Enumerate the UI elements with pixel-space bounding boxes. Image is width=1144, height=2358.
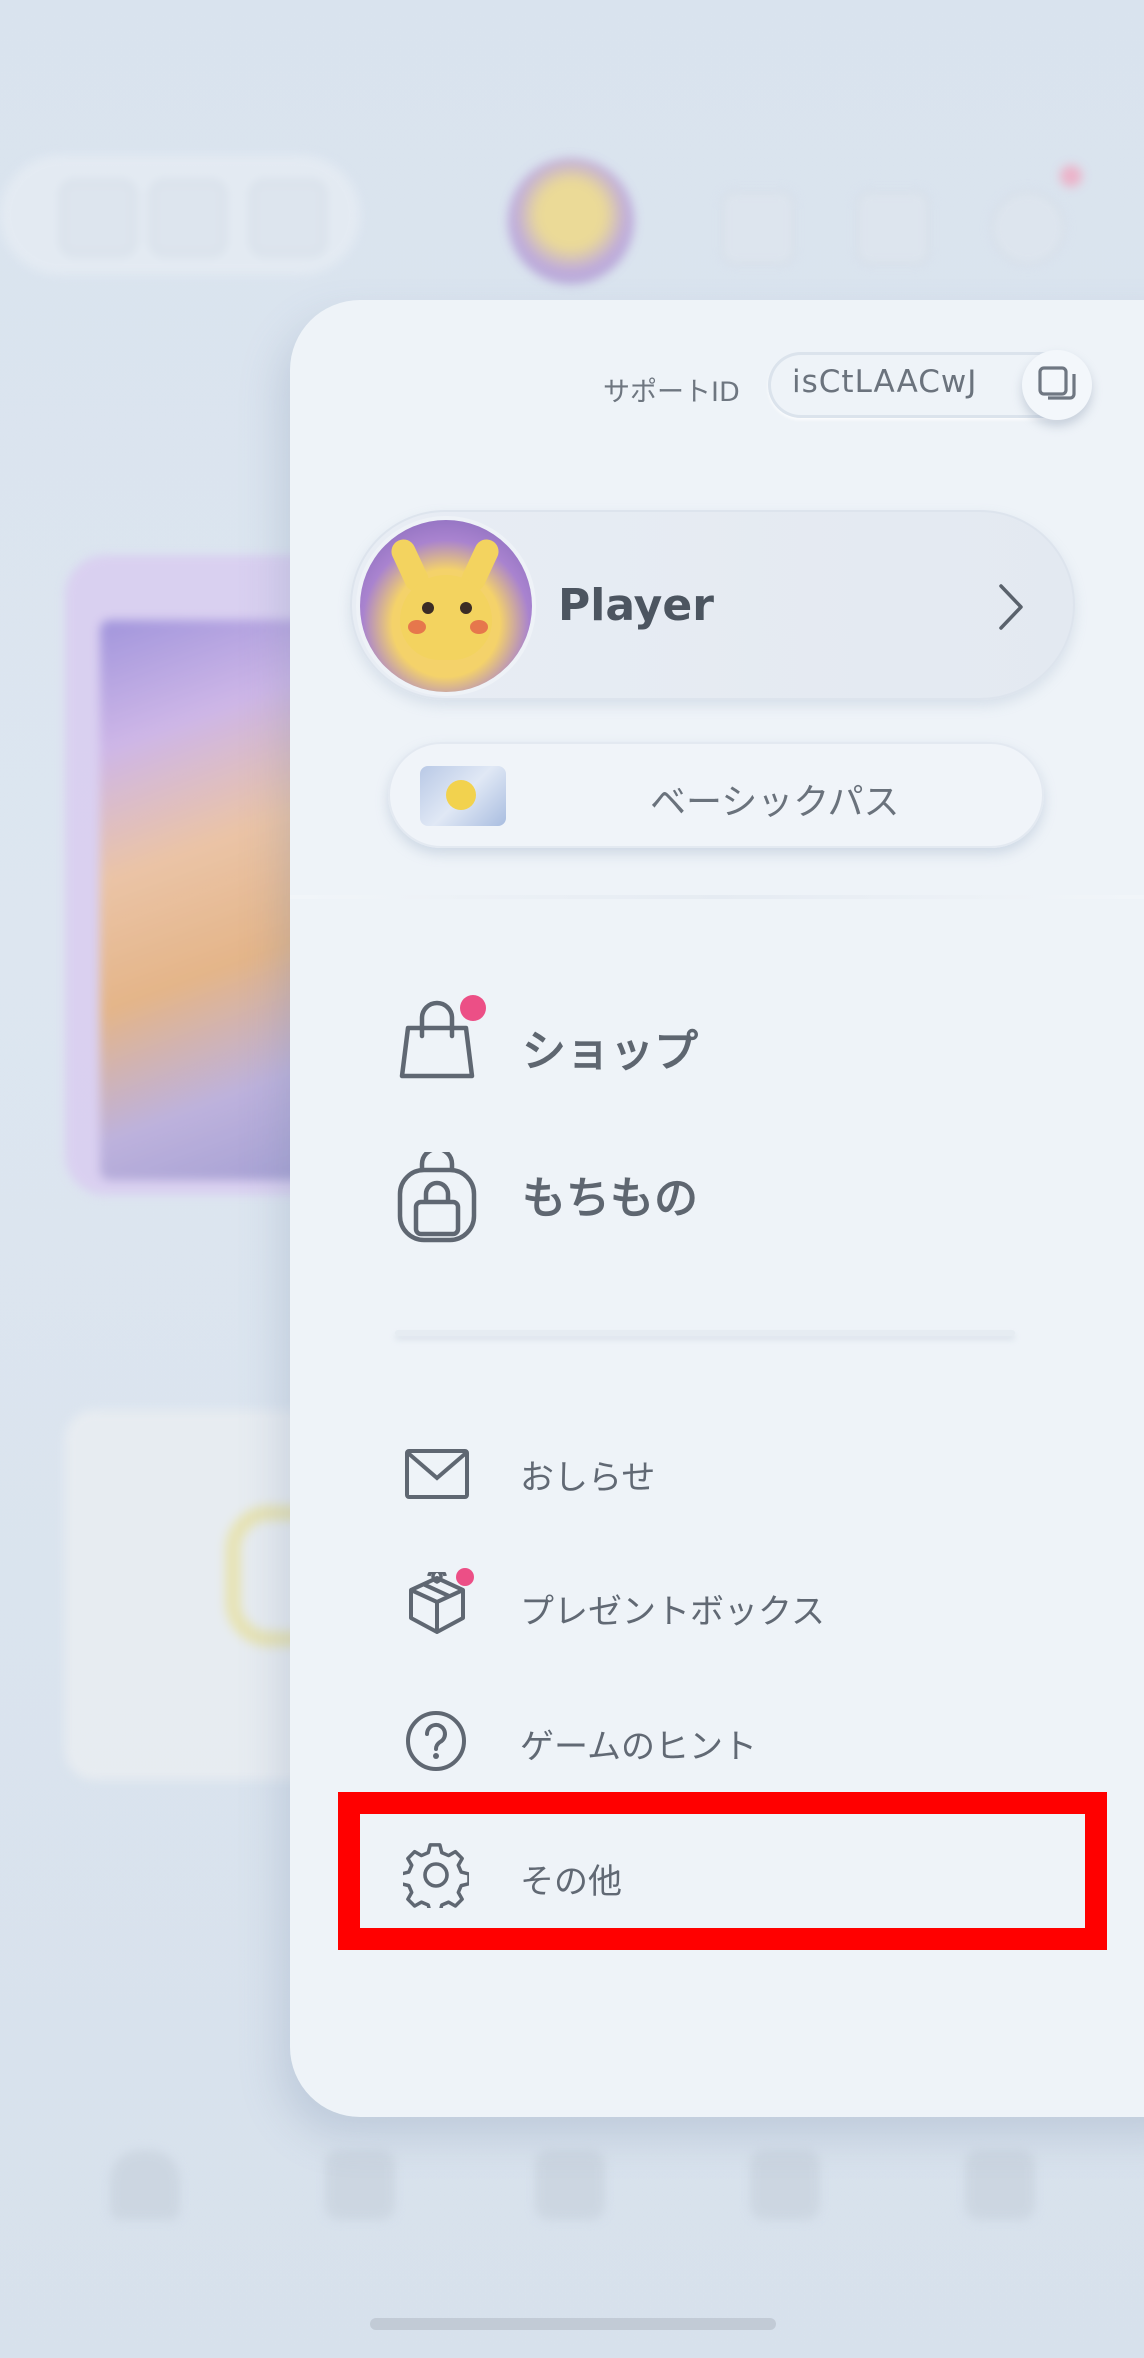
menu-item-label: ゲームのヒント	[520, 1727, 757, 1767]
menu-item-label: もちもの	[522, 1173, 698, 1224]
menu-item-shop[interactable]: ショップ	[380, 985, 1020, 1105]
support-id-value: isCtLAACwJ	[792, 364, 978, 400]
menu-item-bag[interactable]: もちもの	[380, 1130, 1020, 1260]
background-nav-home-icon	[110, 2150, 180, 2220]
mail-icon	[405, 1449, 469, 1499]
background-button	[855, 190, 931, 266]
background-avatar	[508, 158, 634, 284]
menu-item-label: プレゼントボックス	[520, 1592, 825, 1632]
divider	[395, 1330, 1015, 1336]
menu-item-news[interactable]: おしらせ	[380, 1430, 1080, 1520]
notification-dot	[460, 995, 486, 1021]
avatar[interactable]	[360, 520, 532, 692]
copy-icon	[1038, 366, 1076, 400]
basic-pass-label: ベーシックパス	[650, 782, 900, 823]
menu-item-game-hints[interactable]: ゲームのヒント	[380, 1695, 1080, 1785]
background-nav-icon	[535, 2150, 605, 2220]
highlight-box	[338, 1792, 1107, 1950]
background-button	[720, 190, 796, 266]
background-nav-icon	[325, 2150, 395, 2220]
menu-item-label: ショップ	[522, 1026, 698, 1077]
player-name: Player	[558, 580, 714, 631]
copy-button[interactable]	[1022, 350, 1092, 420]
support-id-label: サポートID	[603, 377, 740, 408]
background-button	[150, 180, 226, 256]
background-button	[60, 180, 136, 256]
menu-item-present-box[interactable]: プレゼントボックス	[380, 1560, 1080, 1650]
pass-ticket-icon	[420, 766, 506, 826]
home-indicator[interactable]	[370, 2318, 776, 2330]
help-circle-icon	[406, 1711, 466, 1771]
background-notification-dot	[1060, 165, 1082, 187]
background-nav-icon	[965, 2150, 1035, 2220]
menu-item-label: おしらせ	[520, 1458, 656, 1498]
background-button	[250, 180, 326, 256]
chevron-right-icon	[999, 584, 1023, 630]
background-nav-icon	[750, 2150, 820, 2220]
divider	[290, 895, 1144, 899]
background-button	[990, 190, 1066, 266]
backpack-icon	[397, 1152, 477, 1243]
notification-dot	[456, 1568, 474, 1586]
